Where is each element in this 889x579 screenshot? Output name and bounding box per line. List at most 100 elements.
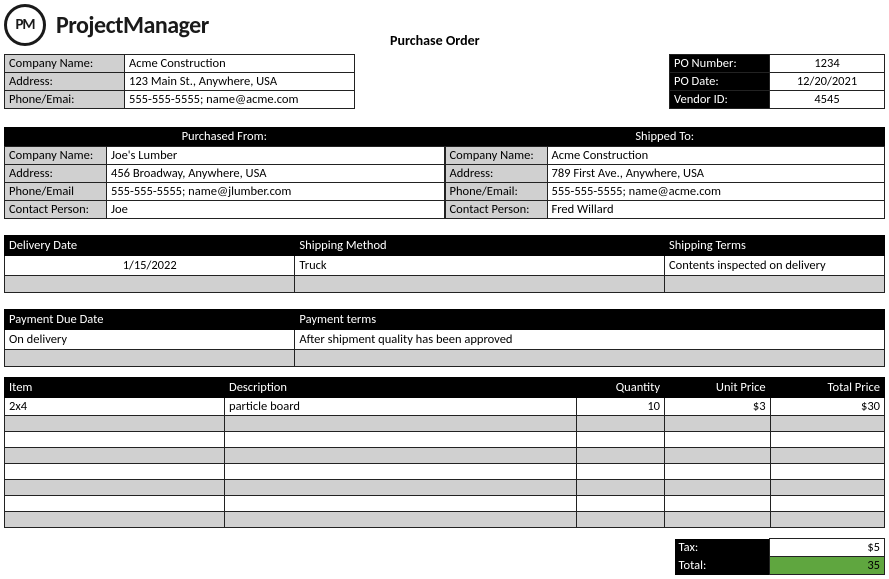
- cell-total: [770, 432, 884, 448]
- table-row: [5, 464, 885, 480]
- totals-table: Tax: $5 Total: 35: [4, 538, 885, 575]
- cell-qty: [577, 416, 665, 432]
- cell-unit: $3: [665, 398, 771, 416]
- table-row: [5, 448, 885, 464]
- cell-item: [5, 448, 225, 464]
- total-price-header: Total Price: [770, 378, 884, 398]
- cell-qty: [577, 512, 665, 528]
- pf-name-value: Joe's Lumber: [107, 147, 445, 165]
- company-phone-value: 555-555-5555; name@acme.com: [125, 91, 355, 109]
- st-phone-value: 555-555-5555; name@acme.com: [547, 183, 885, 201]
- cell-qty: 10: [577, 398, 665, 416]
- cell-unit: [665, 416, 771, 432]
- cell-desc: [225, 512, 577, 528]
- po-info-table: PO Number: 1234 PO Date: 12/20/2021 Vend…: [669, 54, 885, 109]
- cell-desc: particle board: [225, 398, 577, 416]
- tax-label: Tax:: [675, 539, 770, 557]
- st-address-value: 789 First Ave., Anywhere, USA: [547, 165, 885, 183]
- cell-qty: [577, 496, 665, 512]
- pf-address-label: Address:: [5, 165, 107, 183]
- st-contact-label: Contact Person:: [445, 201, 547, 219]
- total-value: 35: [770, 557, 885, 575]
- purchased-from-header: Purchased From:: [4, 127, 445, 146]
- cell-item: 2x4: [5, 398, 225, 416]
- payment-due-value: On delivery: [5, 330, 295, 350]
- cell-desc: [225, 416, 577, 432]
- cell-total: [770, 448, 884, 464]
- cell-total: [770, 464, 884, 480]
- company-phone-label: Phone/Emai:: [5, 91, 125, 109]
- tax-value: $5: [770, 539, 885, 557]
- st-contact-value: Fred Willard: [547, 201, 885, 219]
- vendor-id-value: 4545: [770, 91, 885, 109]
- cell-total: [770, 512, 884, 528]
- cell-item: [5, 464, 225, 480]
- cell-unit: [665, 448, 771, 464]
- cell-item: [5, 416, 225, 432]
- pf-name-label: Company Name:: [5, 147, 107, 165]
- shipped-to-header: Shipped To:: [445, 127, 886, 146]
- pf-phone-label: Phone/Email: [5, 183, 107, 201]
- cell-item: [5, 496, 225, 512]
- payment-table: Payment Due Date Payment terms On delive…: [4, 309, 885, 367]
- payment-terms-header: Payment terms: [295, 310, 885, 330]
- payment-due-header: Payment Due Date: [5, 310, 295, 330]
- company-name-value: Acme Construction: [125, 55, 355, 73]
- company-info-table: Company Name: Acme Construction Address:…: [4, 54, 355, 109]
- purchased-from-table: Company Name:Joe's Lumber Address:456 Br…: [4, 146, 445, 219]
- payment-terms-value: After shipment quality has been approved: [295, 330, 885, 350]
- po-number-label: PO Number:: [670, 55, 770, 73]
- cell-qty: [577, 448, 665, 464]
- cell-desc: [225, 448, 577, 464]
- table-row: 2x4particle board10$3$30: [5, 398, 885, 416]
- cell-item: [5, 432, 225, 448]
- shipping-table: Delivery Date Shipping Method Shipping T…: [4, 235, 885, 293]
- table-row: [5, 496, 885, 512]
- description-header: Description: [225, 378, 577, 398]
- pf-phone-value: 555-555-5555; name@jlumber.com: [107, 183, 445, 201]
- total-label: Total:: [675, 557, 770, 575]
- table-row: [5, 480, 885, 496]
- document-title: Purchase Order: [390, 32, 480, 49]
- st-address-label: Address:: [445, 165, 547, 183]
- cell-item: [5, 480, 225, 496]
- shipped-to-table: Company Name:Acme Construction Address:7…: [445, 146, 886, 219]
- st-phone-label: Phone/Email:: [445, 183, 547, 201]
- unit-price-header: Unit Price: [665, 378, 771, 398]
- vendor-id-label: Vendor ID:: [670, 91, 770, 109]
- company-name-label: Company Name:: [5, 55, 125, 73]
- shipping-terms-header: Shipping Terms: [664, 236, 884, 256]
- cell-unit: [665, 480, 771, 496]
- cell-desc: [225, 432, 577, 448]
- delivery-date-header: Delivery Date: [5, 236, 295, 256]
- cell-unit: [665, 512, 771, 528]
- company-address-label: Address:: [5, 73, 125, 91]
- cell-total: [770, 496, 884, 512]
- cell-item: [5, 512, 225, 528]
- cell-qty: [577, 432, 665, 448]
- shipping-terms-value: Contents inspected on delivery: [664, 256, 884, 276]
- table-row: [5, 512, 885, 528]
- po-date-label: PO Date:: [670, 73, 770, 91]
- po-number-value: 1234: [770, 55, 885, 73]
- pf-address-value: 456 Broadway, Anywhere, USA: [107, 165, 445, 183]
- company-address-value: 123 Main St., Anywhere, USA: [125, 73, 355, 91]
- brand-name: ProjectManager: [56, 11, 209, 40]
- po-date-value: 12/20/2021: [770, 73, 885, 91]
- pf-contact-label: Contact Person:: [5, 201, 107, 219]
- shipping-method-header: Shipping Method: [295, 236, 665, 256]
- cell-unit: [665, 464, 771, 480]
- st-name-label: Company Name:: [445, 147, 547, 165]
- delivery-date-value: 1/15/2022: [5, 256, 295, 276]
- table-row: [5, 432, 885, 448]
- cell-total: [770, 480, 884, 496]
- cell-total: $30: [770, 398, 884, 416]
- table-row: [5, 416, 885, 432]
- shipping-method-value: Truck: [295, 256, 665, 276]
- logo-icon: PM: [4, 4, 46, 46]
- st-name-value: Acme Construction: [547, 147, 885, 165]
- cell-desc: [225, 464, 577, 480]
- pf-contact-value: Joe: [107, 201, 445, 219]
- cell-unit: [665, 496, 771, 512]
- cell-qty: [577, 480, 665, 496]
